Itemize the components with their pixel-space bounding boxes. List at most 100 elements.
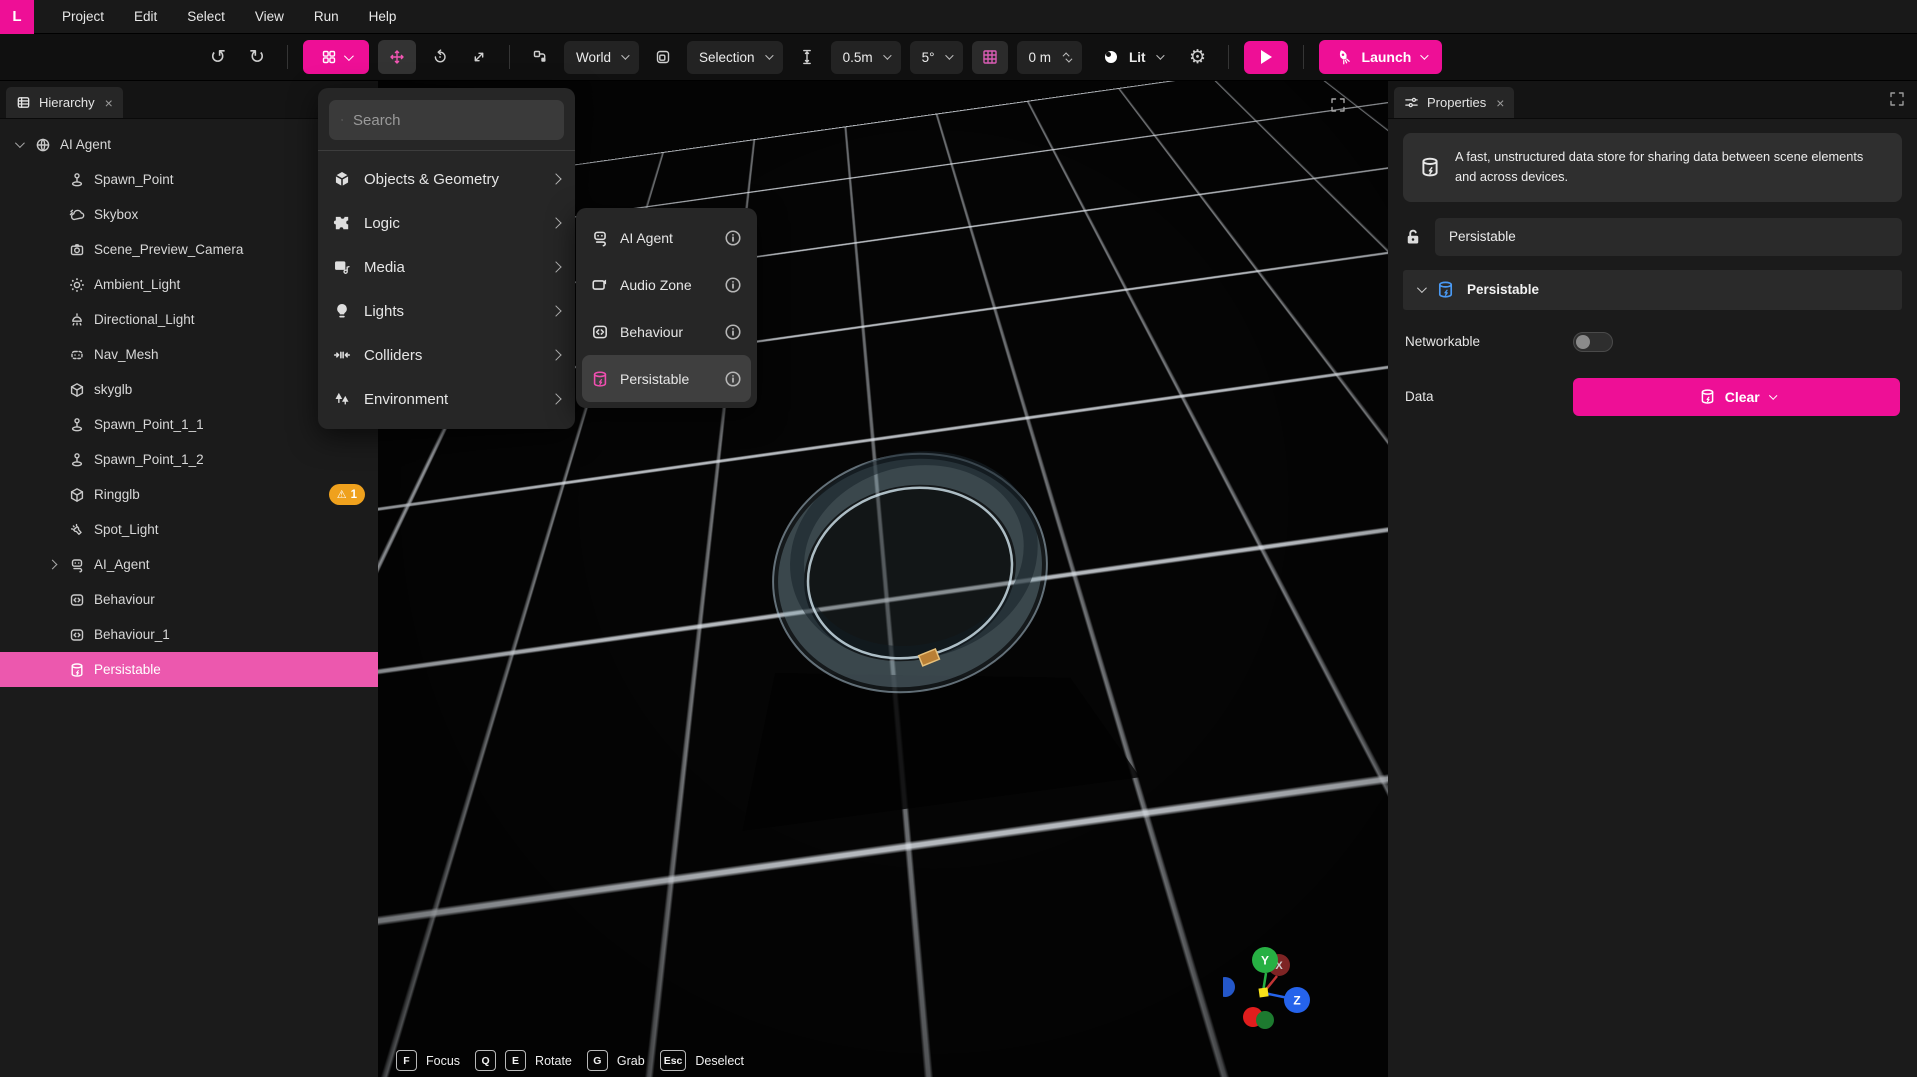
info-icon[interactable] bbox=[724, 276, 742, 294]
info-icon[interactable] bbox=[724, 229, 742, 247]
redo-button[interactable]: ↻ bbox=[242, 41, 272, 73]
menu-project[interactable]: Project bbox=[48, 0, 118, 34]
tree-row-behaviour[interactable]: Behaviour bbox=[0, 582, 378, 617]
add-object-menu: Objects & Geometry Logic Media Lights Co… bbox=[318, 88, 575, 429]
properties-expand-button[interactable] bbox=[1889, 91, 1905, 107]
divider bbox=[1228, 45, 1229, 69]
search-input[interactable] bbox=[353, 112, 552, 129]
tree-row-ai-agent[interactable]: AI_Agent bbox=[0, 547, 378, 582]
chevron-down-icon[interactable] bbox=[10, 141, 26, 148]
hint-focus: Focus bbox=[426, 1054, 460, 1068]
menu-run[interactable]: Run bbox=[300, 0, 353, 34]
tree-row-behaviour-1[interactable]: Behaviour_1 bbox=[0, 617, 378, 652]
spawn-point-icon bbox=[69, 417, 85, 433]
chevron-down-icon bbox=[1065, 55, 1072, 62]
search-icon bbox=[341, 112, 343, 128]
rotate-snap-dropdown[interactable]: 5° bbox=[910, 41, 963, 74]
launch-label: Launch bbox=[1362, 49, 1412, 65]
tree-row-ringglb[interactable]: Ringglb ⚠1 bbox=[0, 477, 378, 512]
submenu-item-persistable[interactable]: Persistable bbox=[582, 355, 751, 402]
close-icon[interactable]: × bbox=[1496, 95, 1504, 111]
tree-label: AI_Agent bbox=[94, 557, 150, 572]
warning-icon: ⚠ bbox=[337, 488, 347, 501]
tree-label: skyglb bbox=[94, 382, 132, 397]
menu-item-logic[interactable]: Logic bbox=[318, 201, 575, 245]
info-icon[interactable] bbox=[724, 370, 742, 388]
move-tool-button[interactable] bbox=[378, 40, 416, 74]
scale-tool-button[interactable] bbox=[464, 41, 494, 73]
keyboard-hints: F Focus Q E Rotate G Grab Esc Deselect bbox=[396, 1050, 750, 1071]
settings-button[interactable]: ⚙ bbox=[1183, 41, 1213, 73]
submenu-item-ai-agent[interactable]: AI Agent bbox=[582, 214, 751, 261]
info-icon[interactable] bbox=[724, 323, 742, 341]
viewport-expand-button[interactable] bbox=[1330, 97, 1346, 113]
warning-badge[interactable]: ⚠1 bbox=[329, 484, 365, 505]
launch-button[interactable]: Launch bbox=[1319, 40, 1443, 74]
submenu-item-audio-zone[interactable]: Audio Zone bbox=[582, 261, 751, 308]
tree-label: Behaviour bbox=[94, 592, 155, 607]
close-icon[interactable]: × bbox=[105, 95, 113, 111]
lit-sphere-icon bbox=[1103, 49, 1119, 65]
data-label: Data bbox=[1405, 389, 1573, 404]
database-icon bbox=[69, 662, 85, 678]
selection-mode-icon bbox=[655, 49, 671, 65]
tree-label: Ambient_Light bbox=[94, 277, 180, 292]
move-snap-button[interactable] bbox=[792, 41, 822, 73]
robot-icon bbox=[591, 229, 609, 247]
component-description: A fast, unstructured data store for shar… bbox=[1455, 147, 1886, 188]
transform-space-button[interactable] bbox=[525, 41, 555, 73]
shading-mode-dropdown[interactable]: Lit bbox=[1091, 41, 1174, 74]
skybox-icon bbox=[69, 207, 85, 223]
menu-item-label: Objects & Geometry bbox=[364, 171, 499, 188]
selection-mode-dropdown[interactable]: Selection bbox=[687, 41, 783, 74]
app-logo[interactable]: L bbox=[0, 0, 34, 34]
tree-label: AI Agent bbox=[60, 137, 111, 152]
menu-item-environment[interactable]: Environment bbox=[318, 377, 575, 421]
menu-view[interactable]: View bbox=[241, 0, 298, 34]
submenu-item-label: Audio Zone bbox=[620, 277, 692, 293]
transform-space-dropdown[interactable]: World bbox=[564, 41, 639, 74]
tab-hierarchy[interactable]: Hierarchy × bbox=[6, 87, 123, 118]
key-f: F bbox=[396, 1050, 417, 1071]
networkable-toggle[interactable] bbox=[1573, 332, 1613, 352]
add-object-button[interactable] bbox=[303, 40, 369, 74]
grid-snap-toggle[interactable] bbox=[972, 41, 1008, 74]
undo-button[interactable]: ↺ bbox=[203, 41, 233, 73]
tree-row-persistable[interactable]: Persistable bbox=[0, 652, 378, 687]
rotate-icon bbox=[432, 49, 448, 65]
submenu-item-behaviour[interactable]: Behaviour bbox=[582, 308, 751, 355]
clear-data-button[interactable]: Clear bbox=[1573, 378, 1900, 416]
move-snap-dropdown[interactable]: 0.5m bbox=[831, 41, 901, 74]
axis-gizmo[interactable]: X Y Z bbox=[1223, 943, 1353, 1063]
grid-2x2-icon bbox=[321, 49, 337, 65]
tree-label: Directional_Light bbox=[94, 312, 195, 327]
tree-row-spot-light[interactable]: Spot_Light bbox=[0, 512, 378, 547]
menu-item-label: Logic bbox=[364, 215, 400, 232]
height-snap-stepper[interactable]: 0 m bbox=[1017, 41, 1083, 74]
entity-name-input[interactable] bbox=[1435, 218, 1902, 256]
menu-help[interactable]: Help bbox=[355, 0, 411, 34]
rotate-tool-button[interactable] bbox=[425, 41, 455, 73]
menu-item-objects-geometry[interactable]: Objects & Geometry bbox=[318, 157, 575, 201]
networkable-row: Networkable bbox=[1403, 332, 1902, 352]
tree-label: Spawn_Point_1_1 bbox=[94, 417, 204, 432]
tree-label: Spawn_Point_1_2 bbox=[94, 452, 204, 467]
menu-item-media[interactable]: Media bbox=[318, 245, 575, 289]
persistable-section-header[interactable]: Persistable bbox=[1403, 270, 1902, 310]
play-button[interactable] bbox=[1244, 41, 1288, 74]
menu-item-colliders[interactable]: Colliders bbox=[318, 333, 575, 377]
selection-mode-button[interactable] bbox=[648, 41, 678, 73]
menu-item-lights[interactable]: Lights bbox=[318, 289, 575, 333]
tree-label: Ringglb bbox=[94, 487, 140, 502]
menu-item-label: Colliders bbox=[364, 347, 422, 364]
unlock-icon[interactable] bbox=[1403, 227, 1423, 247]
menu-select[interactable]: Select bbox=[173, 0, 239, 34]
menu-edit[interactable]: Edit bbox=[120, 0, 171, 34]
stepper-arrows[interactable] bbox=[1065, 52, 1070, 63]
tab-properties[interactable]: Properties × bbox=[1394, 87, 1514, 118]
tree-row-spawn-point-1-2[interactable]: Spawn_Point_1_2 bbox=[0, 442, 378, 477]
chevron-right-icon[interactable] bbox=[44, 561, 60, 568]
data-row: Data Clear bbox=[1403, 378, 1902, 416]
key-e: E bbox=[505, 1050, 526, 1071]
search-box[interactable] bbox=[329, 100, 564, 140]
